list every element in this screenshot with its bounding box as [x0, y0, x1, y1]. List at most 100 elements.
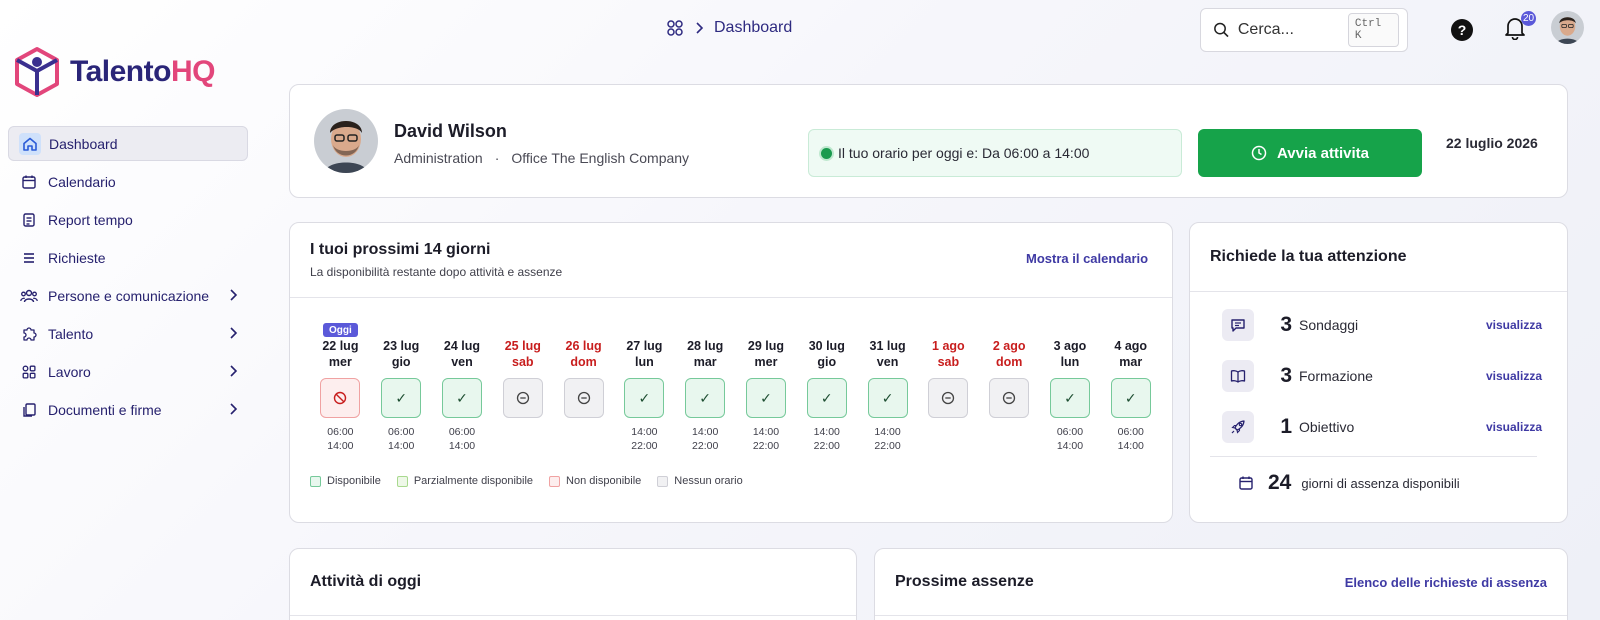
day-status-box[interactable]: ✓ — [745, 378, 786, 418]
day-status-box[interactable]: ✓ — [381, 378, 422, 418]
day-status-box[interactable]: ✓ — [806, 378, 847, 418]
absence-days-summary: 24 giorni di assenza disponibili — [1238, 471, 1460, 495]
day-shift-end: 14:00 — [448, 440, 476, 452]
next-14-days-card: I tuoi prossimi 14 giorni La disponibili… — [289, 222, 1173, 523]
sidebar-item-report-tempo[interactable]: Report tempo — [8, 202, 248, 237]
chevron-right-icon — [696, 22, 704, 34]
day-date: 24 lug — [443, 339, 481, 353]
day-date: 27 lug — [626, 339, 663, 353]
home-icon — [19, 132, 41, 155]
profile-department: Administration — [394, 150, 483, 166]
check-icon: ✓ — [456, 389, 468, 406]
day-shift-end: 14:00 — [1117, 440, 1144, 452]
list-icon — [18, 247, 40, 269]
help-icon[interactable]: ? — [1451, 19, 1473, 41]
search-box[interactable]: Ctrl K — [1200, 8, 1408, 52]
day-status-box[interactable] — [320, 378, 361, 418]
show-calendar-link[interactable]: Mostra il calendario — [1026, 251, 1148, 266]
search-input[interactable] — [1237, 21, 1348, 39]
day-shift-start: 06:00 — [327, 426, 354, 438]
divider — [290, 615, 856, 616]
sidebar-item-talento[interactable]: Talento — [8, 316, 248, 351]
day-status-box[interactable]: ✓ — [867, 378, 908, 418]
day-column: 30 lug gio ✓ 14:00 22:00 — [796, 323, 857, 453]
day-weekday: mar — [693, 355, 717, 369]
minus-circle-icon — [516, 391, 529, 405]
day-shift-end: 22:00 — [813, 440, 840, 452]
absence-requests-link[interactable]: Elenco delle richieste di assenza — [1345, 575, 1547, 590]
legend-swatch — [657, 475, 669, 487]
search-shortcut: Ctrl K — [1347, 13, 1399, 47]
day-status-box[interactable] — [563, 378, 604, 418]
day-column: 26 lug dom — [553, 323, 614, 453]
start-activity-button[interactable]: Avvia attivita — [1198, 129, 1422, 177]
brand-logo[interactable]: TalentoHQ — [14, 46, 215, 98]
view-goals-link[interactable]: visualizza — [1486, 420, 1542, 434]
sidebar-item-persone[interactable]: Persone e comunicazione — [8, 278, 248, 313]
sidebar-item-lavoro[interactable]: Lavoro — [8, 354, 248, 389]
day-status-box[interactable] — [928, 378, 969, 418]
legend-label: Non disponibile — [566, 475, 642, 487]
day-date: 28 lug — [687, 339, 724, 353]
view-surveys-link[interactable]: visualizza — [1486, 318, 1542, 332]
sidebar-item-documenti[interactable]: Documenti e firme — [8, 392, 248, 427]
day-shift-start: 06:00 — [388, 426, 415, 438]
check-icon: ✓ — [395, 389, 408, 406]
legend-label: Nessun orario — [674, 475, 743, 487]
status-dot-icon — [821, 147, 832, 159]
sidebar-item-calendar[interactable]: Calendario — [8, 164, 248, 199]
apps-grid-icon[interactable] — [666, 19, 684, 37]
day-date: 29 lug — [747, 339, 785, 353]
view-training-link[interactable]: visualizza — [1486, 369, 1542, 383]
puzzle-icon — [18, 323, 40, 345]
sidebar-item-dashboard[interactable]: Dashboard — [8, 126, 248, 161]
legend-swatch — [549, 475, 561, 487]
user-avatar[interactable] — [1551, 11, 1584, 44]
day-column: 25 lug sab — [492, 323, 553, 453]
day-weekday: gio — [391, 355, 411, 369]
day-status-box[interactable]: ✓ — [441, 378, 482, 418]
day-column: 29 lug mer ✓ 14:00 22:00 — [736, 323, 797, 453]
day-weekday: ven — [876, 355, 899, 369]
chevron-right-icon — [230, 327, 238, 339]
attention-count: 3 — [1280, 364, 1292, 387]
attention-item-training: 3 Formazione visualizza — [1222, 356, 1542, 396]
sidebar-item-label: Calendario — [48, 173, 116, 190]
day-shift-start: 14:00 — [813, 426, 840, 438]
day-status-box[interactable]: ✓ — [685, 378, 726, 418]
day-weekday: ven — [451, 355, 473, 369]
day-status-box[interactable] — [502, 378, 543, 418]
day-weekday: lun — [635, 355, 654, 369]
breadcrumb-current[interactable]: Dashboard — [714, 19, 792, 37]
today-schedule-banner: Il tuo orario per oggi e: Da 06:00 a 14:… — [808, 129, 1182, 177]
sidebar-item-label: Talento — [48, 325, 94, 342]
day-column: 1 ago sab — [918, 323, 979, 453]
sidebar-item-richieste[interactable]: Richieste — [8, 240, 248, 275]
day-shift-end: 22:00 — [631, 440, 658, 452]
check-icon: ✓ — [881, 389, 894, 406]
chevron-right-icon — [230, 289, 238, 301]
day-column: 2 ago dom — [979, 323, 1040, 453]
day-weekday: sab — [937, 355, 960, 369]
search-icon — [1214, 22, 1229, 38]
legend-item: Nessun orario — [657, 475, 743, 487]
check-icon: ✓ — [699, 389, 712, 406]
day-status-box[interactable]: ✓ — [1049, 378, 1090, 418]
days-row: Oggi 22 lug mer 06:00 14:00 23 lug gio ✓ 06:00 14… — [310, 323, 1161, 453]
check-icon: ✓ — [760, 389, 772, 406]
attention-item-surveys: 3 Sondaggi visualizza — [1222, 305, 1542, 345]
day-status-box[interactable] — [989, 378, 1030, 418]
upcoming-absences-card: Prossime assenze Elenco delle richieste … — [874, 548, 1568, 620]
start-activity-label: Avvia attivita — [1277, 144, 1369, 162]
attention-label: Obiettivo — [1299, 419, 1355, 435]
day-status-box[interactable]: ✓ — [624, 378, 665, 418]
absence-count: 24 — [1268, 471, 1292, 494]
day-weekday: dom — [570, 355, 597, 369]
attention-item-goal: 1 Obiettivo visualizza — [1222, 407, 1542, 447]
chevron-right-icon — [230, 365, 238, 377]
day-shift-start: 14:00 — [752, 426, 780, 438]
day-shift-end: 14:00 — [1056, 440, 1084, 452]
day-date: 25 lug — [504, 339, 541, 353]
people-icon — [18, 285, 40, 307]
day-status-box[interactable]: ✓ — [1110, 378, 1151, 418]
